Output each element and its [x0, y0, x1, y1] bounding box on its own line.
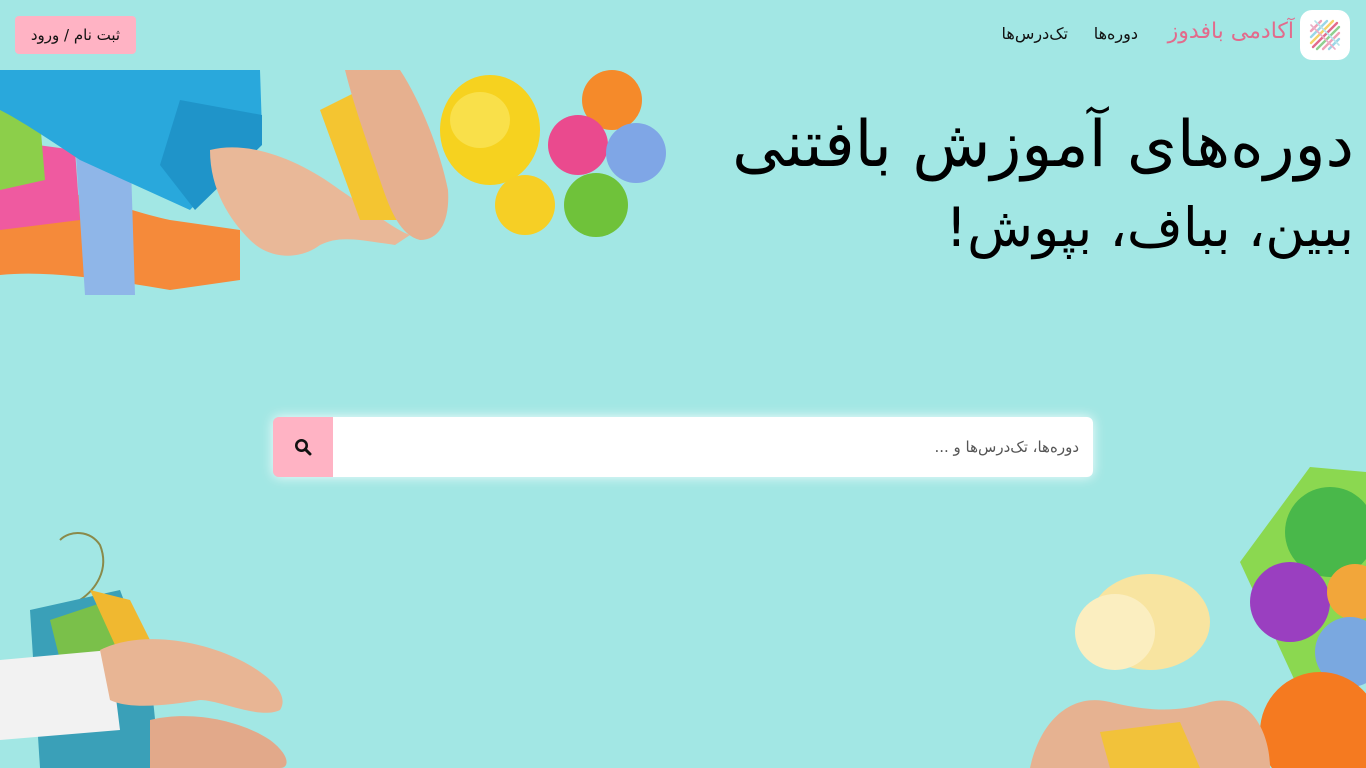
login-register-button[interactable]: ثبت نام / ورود: [15, 16, 136, 54]
search-input[interactable]: [333, 417, 1093, 477]
search-button[interactable]: [273, 417, 333, 477]
yarn-basket-illustration: [1030, 467, 1366, 768]
yarn-logo-icon: [1309, 19, 1341, 51]
knitting-hands-illustration: [0, 70, 666, 295]
hero-title: دوره‌های آموزش بافتنی: [732, 108, 1354, 182]
nav-lessons[interactable]: تک‌درس‌ها: [1002, 24, 1068, 43]
site-header: آکادمی بافدوز دوره‌ها تک‌درس‌ها ثبت نام …: [0, 0, 1366, 70]
logo[interactable]: [1300, 10, 1350, 60]
nav-courses[interactable]: دوره‌ها: [1094, 24, 1138, 43]
crochet-hands-illustration: [0, 532, 287, 768]
search-bar: [273, 417, 1093, 477]
brand-name[interactable]: آکادمی بافدوز: [1168, 19, 1294, 44]
search-icon: [295, 439, 312, 456]
hero-subtitle: ببین، بباف، بپوش!: [945, 196, 1354, 259]
